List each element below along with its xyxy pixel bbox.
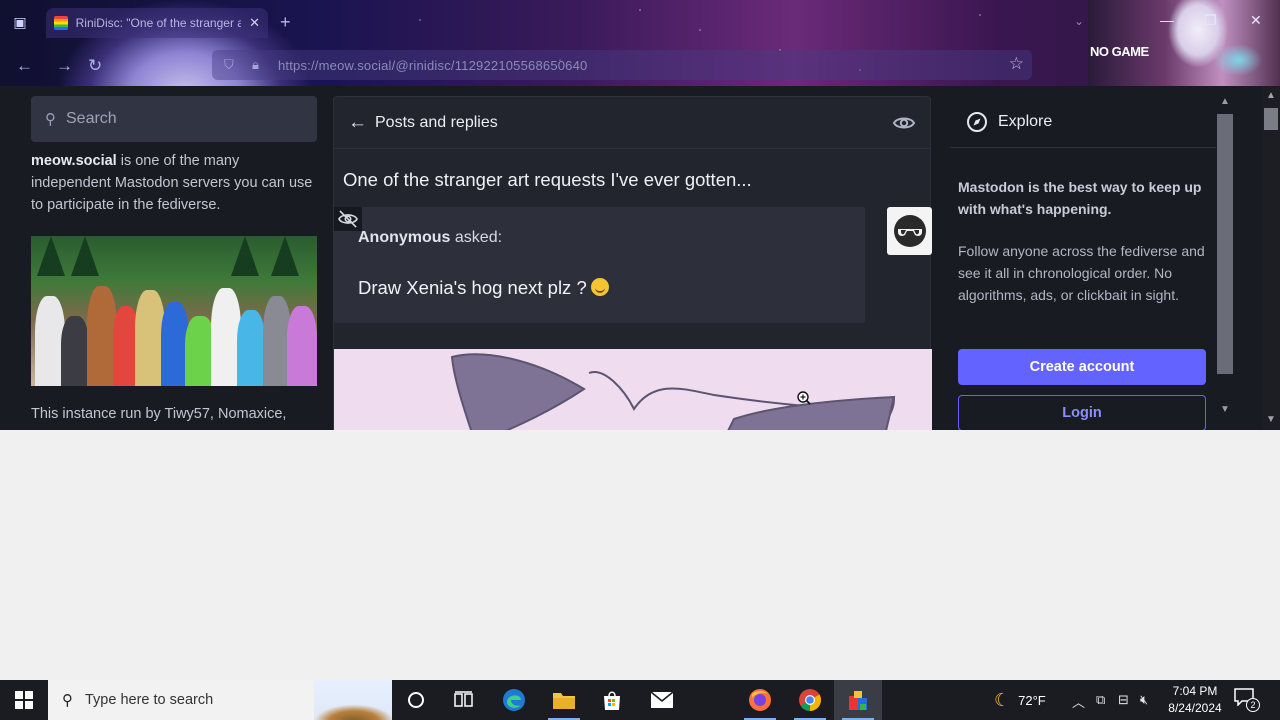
server-name[interactable]: meow.social bbox=[31, 153, 117, 169]
search-highlight-image bbox=[314, 680, 392, 720]
taskbar-search[interactable]: ⚲ Type here to search bbox=[48, 680, 392, 720]
instance-info: This instance run by Tiwy57, Nomaxice, bbox=[31, 406, 287, 422]
scroll-up-icon[interactable]: ▲ bbox=[1220, 96, 1230, 107]
sidebar-scrollbar[interactable]: ▲ ▼ bbox=[1216, 96, 1234, 422]
browser-chrome: ▣ RiniDisc: "One of the stranger a... ✕ … bbox=[0, 0, 1280, 86]
avatar[interactable] bbox=[887, 207, 932, 255]
url-text[interactable]: https://meow.social/@rinidisc/1129221055… bbox=[278, 58, 587, 73]
compass-icon bbox=[967, 111, 987, 132]
smirk-emoji-icon bbox=[590, 278, 609, 296]
column-title[interactable]: Posts and replies bbox=[375, 114, 498, 132]
edge-icon[interactable] bbox=[490, 680, 538, 720]
taskbar: ⚲ Type here to search ☾ 72°F ︿ ⧉ ⊟ 🔇︎ 7:… bbox=[0, 680, 1280, 720]
restore-icon[interactable]: ❐ bbox=[1204, 12, 1217, 29]
tab-favicon-icon bbox=[54, 16, 68, 30]
weather-widget[interactable]: ☾ 72°F bbox=[994, 680, 1046, 720]
eye-slash-icon[interactable] bbox=[334, 207, 362, 231]
zoom-in-cursor-icon bbox=[797, 391, 811, 405]
create-account-button[interactable]: Create account bbox=[958, 349, 1206, 385]
lock-icon[interactable]: 🔒︎ bbox=[252, 57, 259, 73]
bookmark-star-icon[interactable]: ☆ bbox=[1009, 54, 1024, 74]
post-artwork[interactable] bbox=[334, 349, 932, 430]
back-icon[interactable]: ← bbox=[16, 56, 33, 76]
app-icon[interactable] bbox=[834, 680, 882, 720]
server-hero-image bbox=[31, 236, 317, 386]
address-bar[interactable]: ⛉ 🔒︎ https://meow.social/@rinidisc/11292… bbox=[212, 50, 1032, 80]
taskbar-search-icon: ⚲ bbox=[62, 692, 73, 709]
notification-count: 2 bbox=[1246, 698, 1260, 712]
windows-start-icon[interactable] bbox=[0, 680, 48, 720]
chrome-icon[interactable] bbox=[786, 680, 834, 720]
file-explorer-icon[interactable] bbox=[540, 680, 588, 720]
explore-link[interactable]: Explore bbox=[950, 96, 1216, 148]
page-viewport: ⚲ meow.social is one of the many indepen… bbox=[0, 86, 1280, 430]
forward-icon[interactable]: → bbox=[56, 56, 73, 76]
post-title: One of the stranger art requests I've ev… bbox=[343, 169, 752, 190]
page-scroll-down-icon[interactable]: ▼ bbox=[1266, 414, 1276, 425]
close-window-icon[interactable]: ✕ bbox=[1250, 12, 1262, 29]
notification-button[interactable]: 2 bbox=[1234, 688, 1260, 712]
taskbar-search-placeholder: Type here to search bbox=[85, 692, 214, 708]
post-column: ← Posts and replies One of the stranger … bbox=[333, 96, 932, 430]
tray-app-icon[interactable]: ⧉ bbox=[1096, 692, 1105, 708]
minimize-icon[interactable]: — bbox=[1160, 12, 1174, 28]
reload-icon[interactable]: ↻ bbox=[88, 56, 102, 76]
tab-dropdown-icon[interactable]: ⌄ bbox=[1074, 14, 1084, 28]
page-scrollbar[interactable]: ▲ ▼ bbox=[1262, 86, 1280, 430]
shield-icon[interactable]: ⛉ bbox=[224, 57, 234, 73]
search-icon: ⚲ bbox=[45, 111, 56, 128]
back-arrow-icon[interactable]: ← bbox=[348, 112, 367, 134]
browser-tab[interactable]: RiniDisc: "One of the stranger a... ✕ bbox=[46, 8, 268, 38]
task-view-icon[interactable] bbox=[440, 680, 488, 720]
tray-chevron-icon[interactable]: ︿ bbox=[1072, 692, 1085, 711]
firefox-icon[interactable] bbox=[736, 680, 784, 720]
column-header: ← Posts and replies bbox=[334, 97, 930, 149]
eye-icon[interactable] bbox=[892, 111, 916, 135]
page-scroll-up-icon[interactable]: ▲ bbox=[1266, 90, 1276, 101]
server-about: meow.social is one of the many independe… bbox=[31, 150, 317, 216]
network-icon[interactable]: ⊟ bbox=[1118, 692, 1129, 708]
tab-list-icon[interactable]: ▣ bbox=[10, 12, 30, 32]
asker-line: Anonymous asked: bbox=[358, 229, 502, 247]
ask-card: Anonymous asked: Draw Xenia's hog next p… bbox=[334, 207, 865, 323]
search-input[interactable] bbox=[66, 110, 296, 128]
tab-title: RiniDisc: "One of the stranger a... bbox=[75, 16, 242, 30]
volume-muted-icon[interactable]: 🔇︎ bbox=[1140, 692, 1148, 708]
clock-date: 8/24/2024 bbox=[1168, 701, 1222, 715]
scrollbar-thumb[interactable] bbox=[1217, 114, 1233, 374]
moon-weather-icon: ☾ bbox=[994, 689, 1011, 710]
login-button[interactable]: Login bbox=[958, 395, 1206, 430]
new-tab-icon[interactable]: + bbox=[280, 12, 291, 33]
sunglasses-avatar-icon bbox=[893, 215, 926, 247]
weather-temp: 72°F bbox=[1018, 692, 1046, 708]
question-text: Draw Xenia's hog next plz ? bbox=[358, 277, 609, 299]
promo-text: Follow anyone across the fediverse and s… bbox=[958, 243, 1205, 303]
clock[interactable]: 7:04 PM 8/24/2024 bbox=[1162, 683, 1228, 717]
theme-logo: NO GAME bbox=[1090, 44, 1149, 59]
question-body: Draw Xenia's hog next plz ? bbox=[358, 277, 587, 298]
tab-close-icon[interactable]: ✕ bbox=[249, 15, 260, 31]
scroll-down-icon[interactable]: ▼ bbox=[1220, 404, 1230, 415]
store-icon[interactable] bbox=[588, 680, 636, 720]
search-box[interactable]: ⚲ bbox=[31, 96, 317, 142]
artwork-sketch bbox=[450, 353, 896, 430]
cortana-icon[interactable] bbox=[392, 680, 440, 720]
promo-heading: Mastodon is the best way to keep up with… bbox=[958, 179, 1202, 217]
clock-time: 7:04 PM bbox=[1172, 684, 1218, 698]
mail-icon[interactable] bbox=[638, 680, 686, 720]
asker-name: Anonymous bbox=[358, 229, 451, 246]
page-scrollbar-thumb[interactable] bbox=[1264, 108, 1278, 130]
asker-suffix: asked: bbox=[450, 229, 503, 246]
explore-label: Explore bbox=[998, 112, 1053, 130]
